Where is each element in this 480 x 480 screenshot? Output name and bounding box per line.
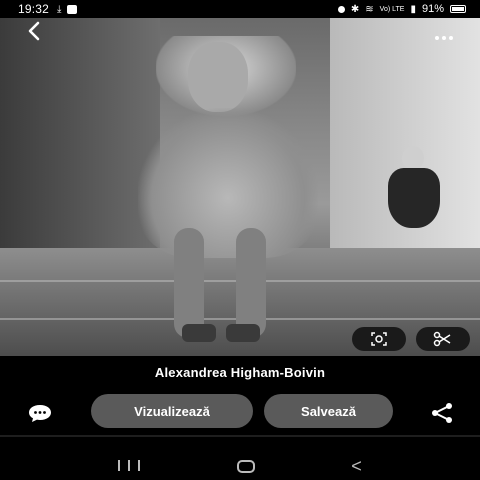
- save-button[interactable]: Salvează: [264, 394, 393, 428]
- chat-bubble-icon: [29, 405, 51, 422]
- pin-image[interactable]: [0, 18, 480, 356]
- share-button[interactable]: [430, 402, 454, 424]
- visual-search-icon: [371, 332, 387, 346]
- system-nav-bar: <: [0, 452, 480, 480]
- scissors-icon: [433, 331, 451, 347]
- bluetooth-icon: ✱: [350, 3, 360, 15]
- back-button[interactable]: [26, 20, 42, 46]
- pin-title: Alexandrea Higham-Boivin: [154, 365, 326, 380]
- battery-icon: [450, 5, 466, 13]
- recents-icon[interactable]: [118, 460, 141, 472]
- divider: [0, 435, 480, 437]
- back-arrow-icon: [28, 21, 40, 41]
- photo-backdrop: [0, 18, 160, 248]
- share-icon: [432, 403, 452, 423]
- comment-button[interactable]: [27, 403, 53, 423]
- network-type: Vo) LTE: [379, 5, 405, 13]
- battery-percent: 91%: [421, 3, 444, 15]
- status-time: 19:32: [18, 2, 50, 16]
- more-options-button[interactable]: [433, 22, 454, 44]
- status-bar: 19:32 ⤓ ✱ ≋ Vo) LTE ▮ 91%: [0, 0, 480, 18]
- more-options-icon: [433, 20, 454, 45]
- status-right-icons: ✱ ≋ Vo) LTE ▮ 91%: [337, 3, 466, 15]
- cut-button[interactable]: [416, 327, 470, 351]
- back-icon[interactable]: <: [351, 457, 362, 475]
- download-icon: ⤓: [57, 3, 62, 15]
- background-model: [384, 146, 444, 246]
- image-icon: [67, 4, 78, 14]
- status-left-icons: ⤓: [57, 3, 78, 15]
- visual-search-button[interactable]: [352, 327, 406, 351]
- pin-info-panel: Alexandrea Higham-Boivin Vizualizează Sa…: [0, 356, 480, 452]
- wifi-icon: ≋: [365, 3, 374, 15]
- signal-icon: ▮: [410, 3, 416, 15]
- home-icon[interactable]: [236, 459, 255, 473]
- view-button[interactable]: Vizualizează: [91, 394, 253, 428]
- alarm-icon: [337, 5, 345, 13]
